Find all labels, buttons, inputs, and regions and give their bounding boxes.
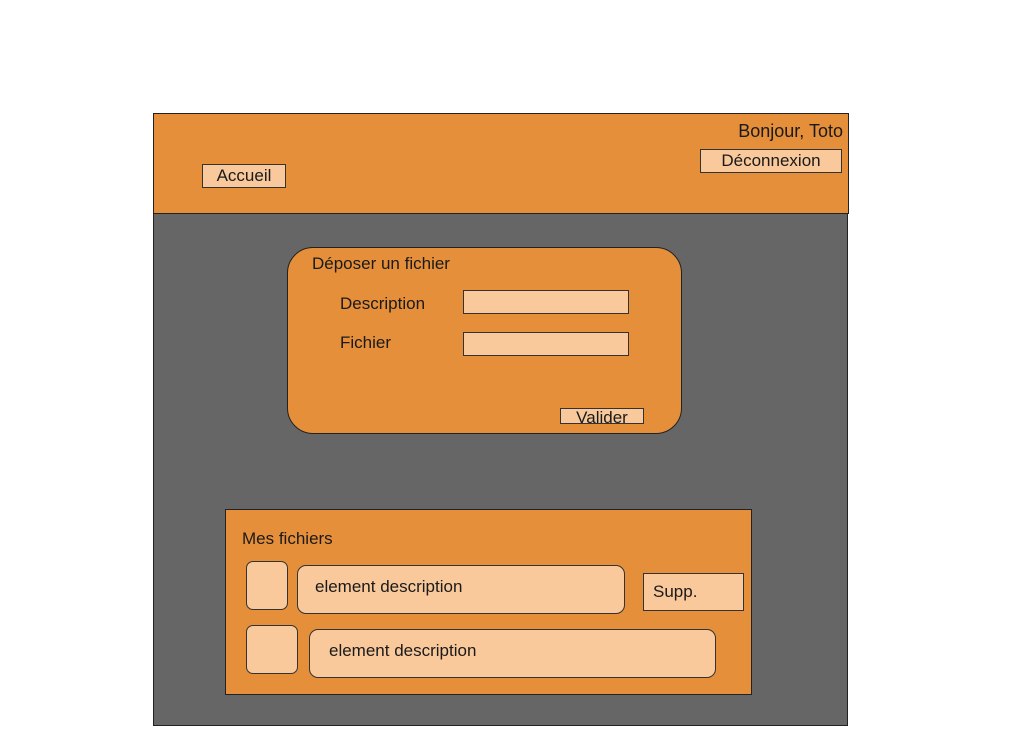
file-thumbnail[interactable]: [246, 561, 288, 610]
upload-title: Déposer un fichier: [312, 254, 450, 273]
delete-button[interactable]: Supp.: [643, 573, 744, 611]
description-input[interactable]: [463, 290, 629, 314]
description-label: Description: [340, 294, 426, 313]
my-files-title: Mes fichiers: [242, 529, 333, 548]
home-button[interactable]: Accueil: [202, 164, 286, 188]
file-label: Fichier: [340, 333, 392, 352]
user-greeting: Bonjour, Toto: [738, 121, 843, 141]
file-input[interactable]: [463, 332, 629, 356]
list-item[interactable]: element description: [297, 565, 625, 614]
item-description: element description: [329, 640, 477, 660]
submit-button[interactable]: Valider: [560, 408, 644, 427]
list-item[interactable]: element description: [309, 629, 716, 678]
file-thumbnail[interactable]: [246, 625, 298, 674]
logout-button[interactable]: Déconnexion: [700, 149, 842, 173]
item-description: element description: [315, 576, 463, 596]
